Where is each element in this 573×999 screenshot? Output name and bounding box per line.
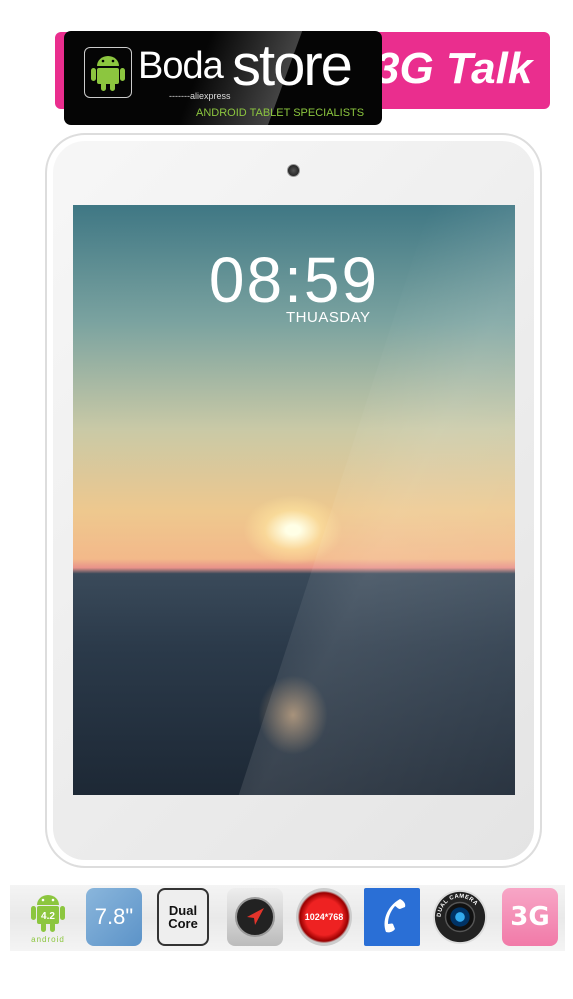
brand-boda: Boda <box>138 45 224 87</box>
screen-size-icon: 7.8" <box>86 888 142 946</box>
android-icon: 4.2 android <box>20 888 76 946</box>
phone-icon <box>364 888 420 946</box>
android-icon <box>84 47 132 98</box>
clock-time: 08:59 <box>208 244 380 316</box>
gps-icon <box>227 888 283 946</box>
3g-icon: 3G <box>502 888 558 946</box>
brand-store: store <box>232 33 353 98</box>
screen-size-label: 7.8" <box>94 904 134 929</box>
android-label: android <box>31 934 65 944</box>
product-title: 3G Talk <box>375 44 533 93</box>
dual-camera-icon: DUAL CAMERA <box>432 888 488 946</box>
brand-sub: -------aliexpress <box>169 91 231 101</box>
camera-icon <box>287 164 300 177</box>
resolution-label: 1024*768 <box>304 912 344 922</box>
3g-label: 3G <box>510 902 550 932</box>
brand-tagline: ANDROID TABLET SPECIALISTS <box>196 107 365 119</box>
cpu-icon: Dual Core <box>157 888 209 946</box>
android-version-label: 4.2 <box>41 911 55 922</box>
lock-screen: 08:59 THUASDAY <box>73 205 515 795</box>
resolution-icon: 1024*768 <box>296 888 352 946</box>
cpu-label: Dual Core <box>168 903 198 931</box>
store-logo: Boda store -------aliexpress ANDROID TAB… <box>64 31 382 125</box>
clock-day: THUASDAY <box>286 309 371 326</box>
